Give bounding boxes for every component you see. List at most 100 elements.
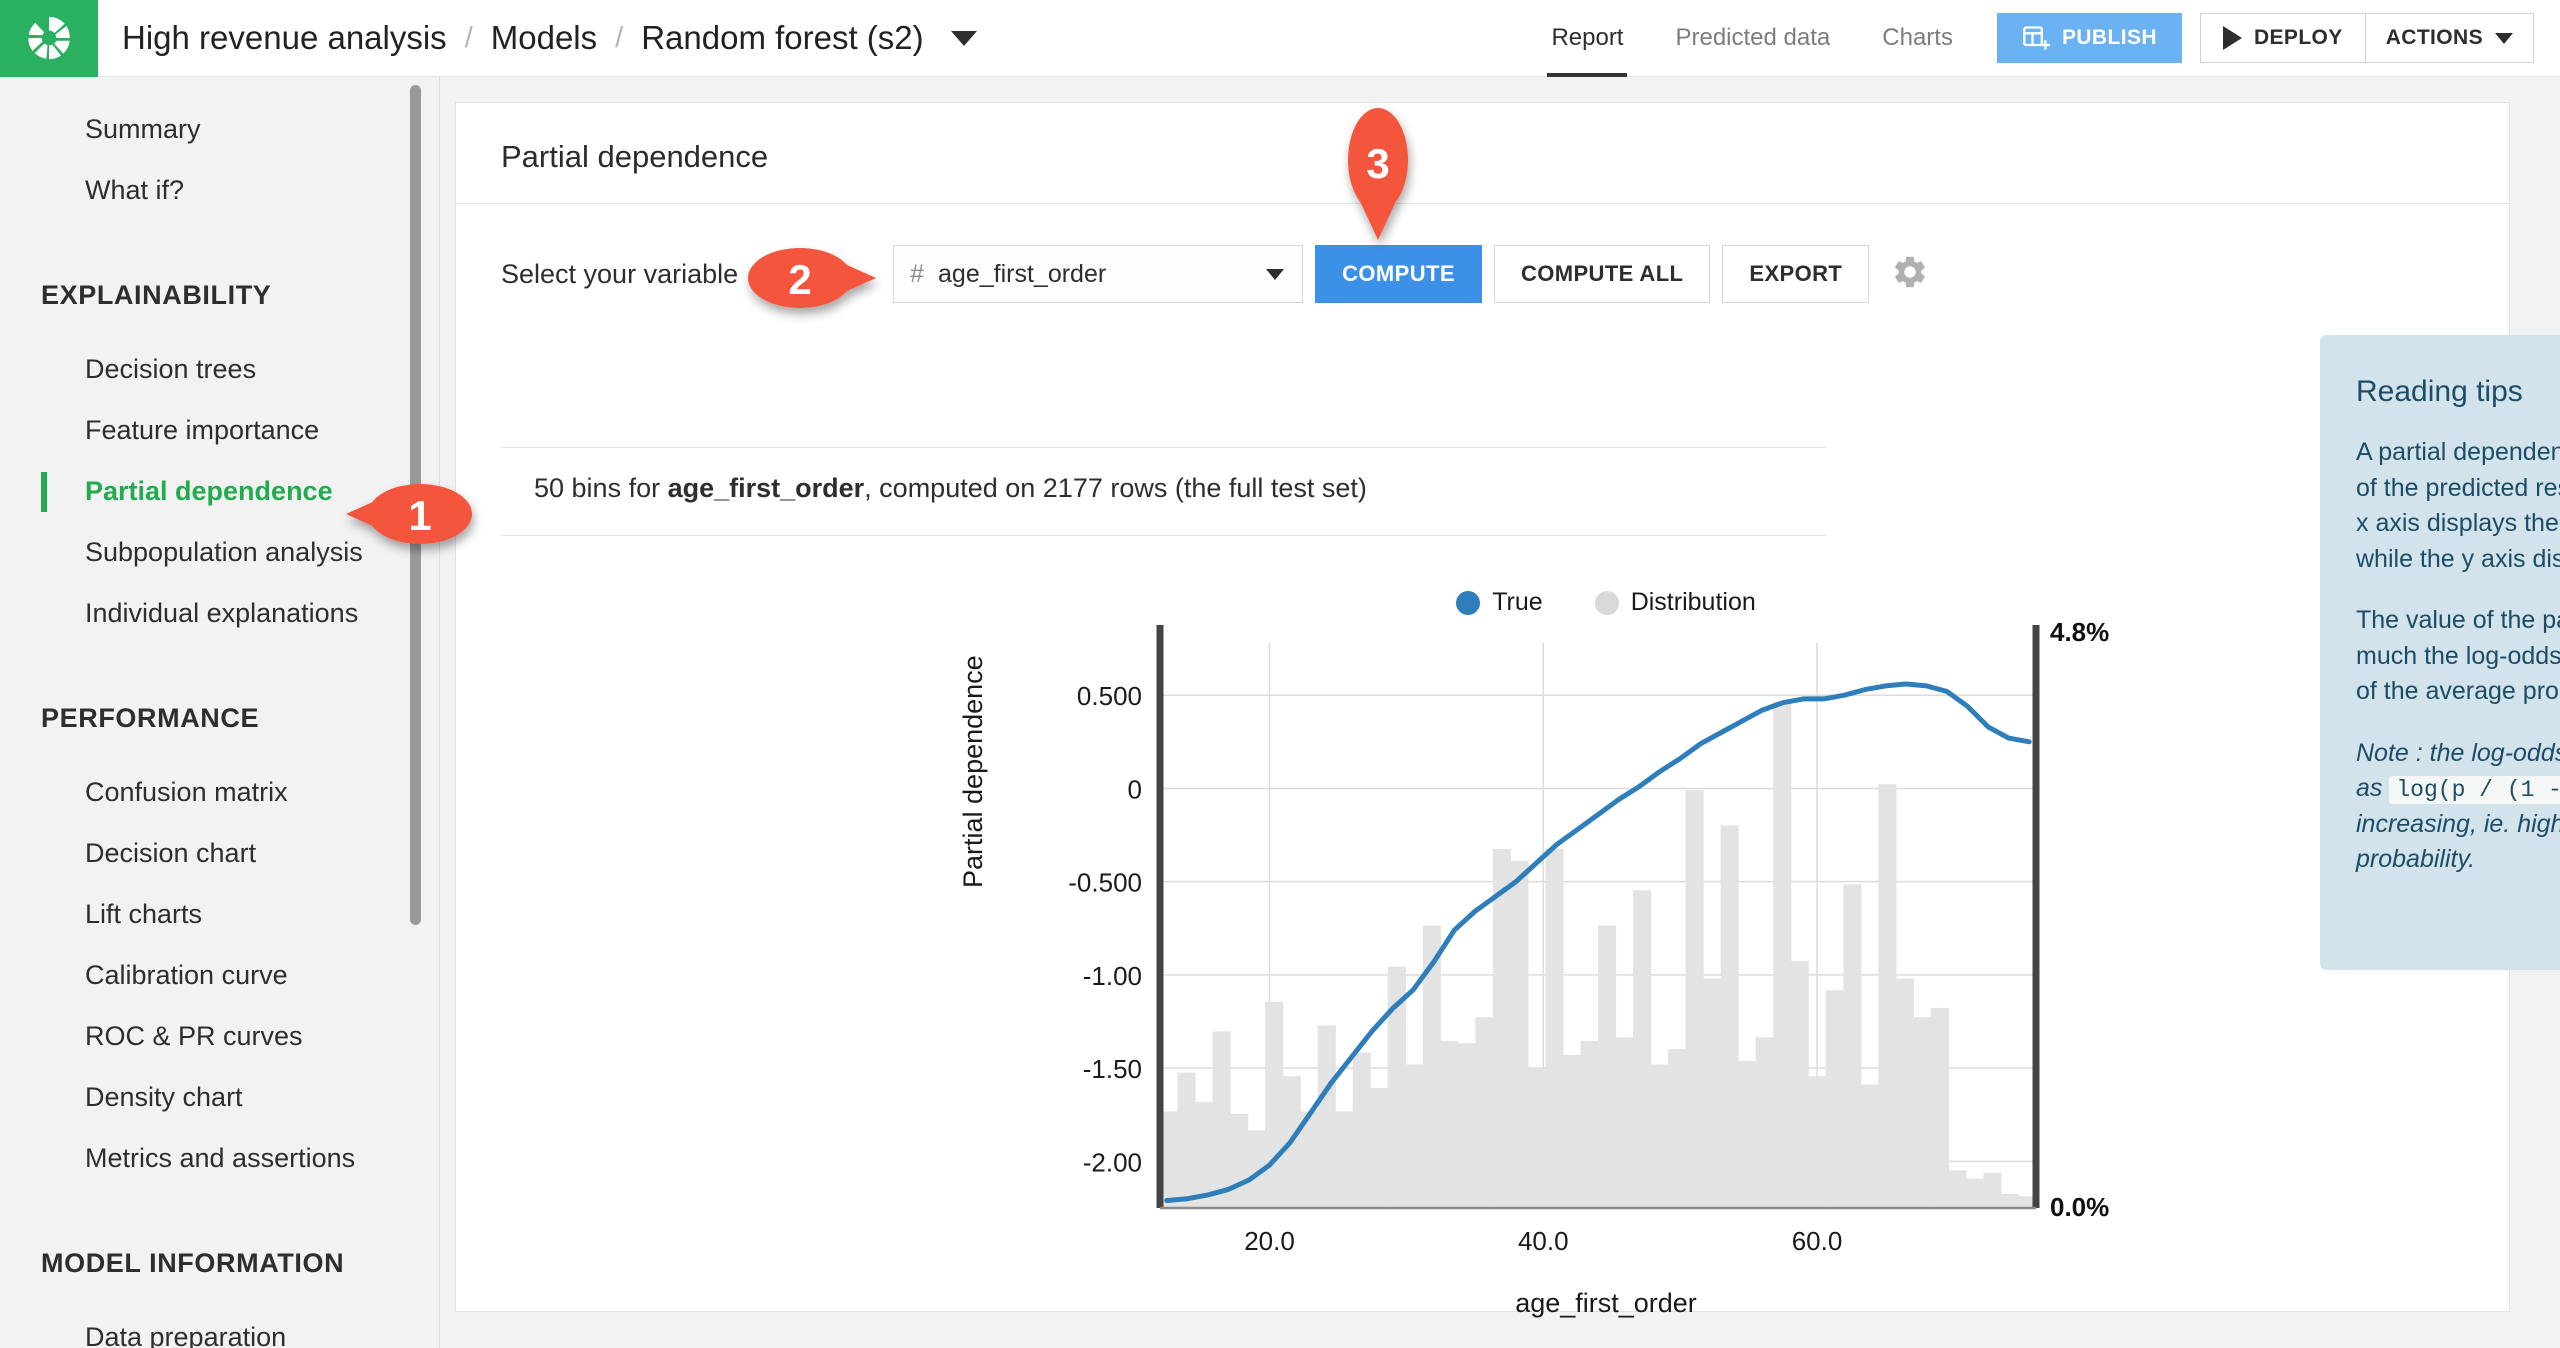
y-tick-label: 0.500 (1077, 681, 1142, 711)
sidebar-item-feature-importance[interactable]: Feature importance (0, 400, 439, 461)
histogram-bar (1651, 1064, 1669, 1208)
histogram-bar (1370, 1088, 1388, 1208)
variable-toolbar: Select your variable # age_first_order C… (501, 245, 1929, 303)
partial-dependence-card: Partial dependence Select your variable … (455, 102, 2510, 1312)
publish-button[interactable]: PUBLISH (1997, 13, 2182, 63)
histogram-bar (1633, 890, 1651, 1208)
histogram-bar (1808, 1076, 1826, 1208)
variable-select[interactable]: # age_first_order (893, 245, 1303, 303)
breadcrumb: High revenue analysis / Models / Random … (122, 19, 977, 57)
divider (501, 535, 1826, 536)
histogram-bar (1756, 1037, 1774, 1208)
sidebar-item-partial-dependence[interactable]: Partial dependence (0, 461, 439, 522)
reading-tips-panel: Reading tips A partial dependence plot s… (2320, 335, 2560, 970)
sidebar-item-individual-explanations[interactable]: Individual explanations (0, 583, 439, 644)
tab-charts[interactable]: Charts (1856, 0, 1979, 77)
publish-label: PUBLISH (2062, 26, 2157, 50)
histogram-bar (1791, 961, 1809, 1208)
sidebar-item-decision-trees[interactable]: Decision trees (0, 339, 439, 400)
histogram-bar (1826, 990, 1844, 1208)
sidebar-item-metrics-and-assertions[interactable]: Metrics and assertions (0, 1128, 439, 1189)
spacer (0, 644, 439, 680)
tab-predicted-data[interactable]: Predicted data (1649, 0, 1856, 77)
divider (456, 203, 2509, 204)
actions-button[interactable]: ACTIONS (2365, 13, 2534, 63)
breadcrumb-separator: / (615, 22, 623, 55)
sidebar-item-decision-chart[interactable]: Decision chart (0, 823, 439, 884)
chevron-down-icon[interactable] (951, 31, 977, 46)
histogram-bar (1773, 702, 1791, 1208)
histogram-bar (1966, 1179, 1984, 1208)
histogram-bar (1616, 1037, 1634, 1208)
main-content: Partial dependence Select your variable … (440, 77, 2560, 1348)
histogram-bar (1440, 1041, 1458, 1208)
chevron-down-icon (2495, 33, 2513, 44)
histogram-bar (1475, 1017, 1493, 1208)
sidebar-item-density-chart[interactable]: Density chart (0, 1067, 439, 1128)
histogram-bar (1913, 1017, 1931, 1208)
x-tick-label: 60.0 (1792, 1226, 1843, 1256)
histogram-bar (1230, 1114, 1248, 1208)
sidebar-item-lift-charts[interactable]: Lift charts (0, 884, 439, 945)
spacer (0, 740, 439, 762)
x-tick-label: 40.0 (1518, 1226, 1569, 1256)
histogram-bar (1598, 926, 1616, 1209)
histogram-bar (1948, 1170, 1966, 1208)
dataiku-donut-icon (26, 15, 72, 61)
compute-button[interactable]: COMPUTE (1315, 245, 1482, 303)
histogram-bar (1721, 825, 1739, 1208)
histogram-bar (1878, 784, 1896, 1208)
right-axis-bottom-label: 0.0% (2050, 1192, 2109, 1222)
sidebar-item-what-if[interactable]: What if? (0, 160, 439, 221)
app-logo[interactable] (0, 0, 98, 77)
histogram-bar (1738, 1061, 1756, 1208)
deploy-label: DEPLOY (2254, 26, 2343, 50)
tab-report[interactable]: Report (1525, 0, 1649, 77)
page-title: Partial dependence (456, 103, 2509, 195)
x-axis-label: age_first_order (936, 1288, 2276, 1319)
compute-all-button[interactable]: COMPUTE ALL (1494, 245, 1710, 303)
histogram-bar (1458, 1043, 1476, 1208)
chevron-down-icon (1266, 269, 1284, 280)
y-tick-label: -1.00 (1083, 961, 1142, 991)
sidebar-item-summary[interactable]: Summary (0, 99, 439, 160)
sidebar-item-roc-pr-curves[interactable]: ROC & PR curves (0, 1006, 439, 1067)
sidebar-header-performance: PERFORMANCE (0, 680, 439, 740)
sidebar-scrollbar-thumb[interactable] (410, 85, 421, 925)
spacer (0, 317, 439, 339)
breadcrumb-project[interactable]: High revenue analysis (122, 19, 447, 57)
histogram-bar (1265, 1002, 1283, 1208)
histogram-bar (1318, 1026, 1336, 1208)
export-button[interactable]: EXPORT (1722, 245, 1869, 303)
histogram-bar (1703, 978, 1721, 1208)
reading-tips-note: Note : the log-odds for a probability p … (2356, 736, 2560, 878)
spacer (0, 1285, 439, 1307)
histogram-bar (1493, 849, 1511, 1208)
histogram-bar (1335, 1111, 1353, 1208)
sidebar-item-data-preparation[interactable]: Data preparation (0, 1307, 439, 1348)
histogram-bar (1545, 849, 1563, 1208)
breadcrumb-model[interactable]: Random forest (s2) (641, 19, 923, 57)
publish-dashboard-icon (2022, 24, 2050, 52)
variable-select-value: age_first_order (938, 260, 1106, 289)
histogram-bar (1686, 790, 1704, 1208)
histogram-bar (1983, 1173, 2001, 1208)
sidebar-header-explainability: EXPLAINABILITY (0, 257, 439, 317)
breadcrumb-models[interactable]: Models (491, 19, 597, 57)
histogram-bar (1510, 861, 1528, 1208)
bins-info: 50 bins for age_first_order, computed on… (534, 473, 1367, 504)
deploy-button[interactable]: DEPLOY (2200, 13, 2366, 63)
top-navigation: Report Predicted data Charts PUBLISH DEP… (1525, 0, 2560, 77)
y-tick-label: -0.500 (1068, 868, 1142, 898)
bins-suffix: , computed on 2177 rows (the full test s… (864, 473, 1367, 503)
histogram-bar (1580, 1041, 1598, 1208)
gear-icon[interactable] (1891, 253, 1929, 296)
spacer (0, 1189, 439, 1225)
histogram-bar (1668, 1049, 1686, 1208)
sidebar-item-confusion-matrix[interactable]: Confusion matrix (0, 762, 439, 823)
sidebar-item-subpopulation-analysis[interactable]: Subpopulation analysis (0, 522, 439, 583)
sidebar-header-model-information: MODEL INFORMATION (0, 1225, 439, 1285)
breadcrumb-separator: / (465, 22, 473, 55)
top-bar: High revenue analysis / Models / Random … (0, 0, 2560, 77)
sidebar-item-calibration-curve[interactable]: Calibration curve (0, 945, 439, 1006)
